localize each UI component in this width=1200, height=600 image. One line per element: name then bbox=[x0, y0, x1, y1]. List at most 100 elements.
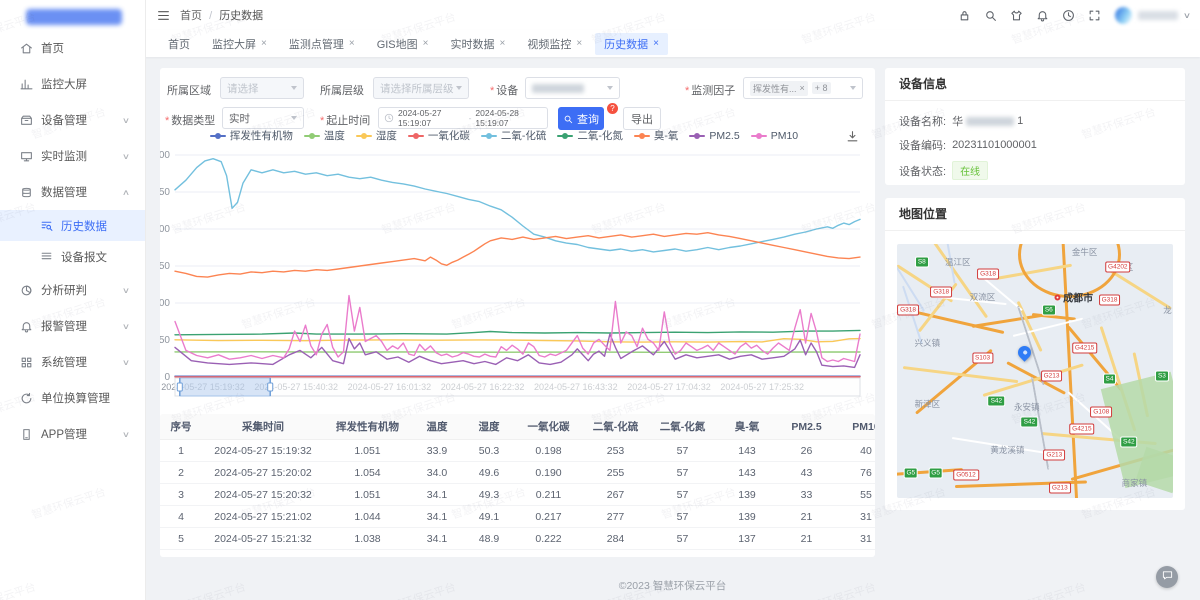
factor-multiselect[interactable]: 挥发性有...× + 8 bbox=[743, 77, 863, 99]
sidebar-item-label: APP管理 bbox=[41, 426, 87, 442]
username[interactable] bbox=[1138, 11, 1178, 20]
region-select[interactable]: 请选择 bbox=[220, 77, 304, 99]
level-select[interactable]: 请选择所属层级 bbox=[373, 77, 469, 99]
sidebar-item-label: 数据管理 bbox=[41, 184, 87, 200]
fullscreen-icon[interactable] bbox=[1088, 9, 1101, 22]
sidebar-item-list-search[interactable]: 历史数据 bbox=[0, 210, 145, 241]
table-cell: 19 bbox=[778, 550, 835, 558]
sidebar-item-list[interactable]: 设备报文 bbox=[0, 241, 145, 272]
sidebar-item-refresh[interactable]: 单位换算管理 bbox=[0, 380, 145, 416]
sidebar-item-database[interactable]: 数据管理 ∧ bbox=[0, 174, 145, 210]
clock-icon[interactable] bbox=[1062, 9, 1075, 22]
sidebar: 首页监控大屏设备管理∨实时监测∨ 数据管理 ∧ 历史数据设备报文分析研判∨报警管理∨系… bbox=[0, 0, 146, 600]
sidebar-item-home[interactable]: 首页 bbox=[0, 30, 145, 66]
sidebar-item-label: 单位换算管理 bbox=[41, 390, 110, 406]
breadcrumb-separator: / bbox=[209, 10, 212, 22]
chevron-up-icon: ∧ bbox=[122, 188, 130, 197]
sidebar-item-grid[interactable]: 系统管理∨ bbox=[0, 344, 145, 380]
menu-toggle-icon[interactable] bbox=[157, 9, 170, 22]
query-button[interactable]: 查询 bbox=[558, 107, 604, 130]
topbar: 首页 / 历史数据 ∨ bbox=[145, 0, 1200, 31]
user-menu-chevron-icon[interactable]: ∨ bbox=[1183, 11, 1191, 20]
table-cell: 2024-05-27 15:19:32 bbox=[202, 440, 324, 462]
datatype-select[interactable]: 实时 bbox=[222, 107, 304, 129]
legend-item[interactable]: PM2.5 bbox=[689, 128, 739, 143]
sidebar-item-box[interactable]: 设备管理∨ bbox=[0, 102, 145, 138]
factor-tag[interactable]: 挥发性有...× bbox=[750, 81, 808, 96]
device-select[interactable] bbox=[525, 77, 620, 99]
avatar[interactable] bbox=[1115, 7, 1132, 24]
map-place-label: 兴义镇 bbox=[915, 337, 941, 349]
road-number-badge: G318 bbox=[977, 269, 999, 280]
query-help-badge[interactable]: ? bbox=[607, 103, 618, 114]
lock-icon[interactable] bbox=[958, 9, 971, 22]
legend-item[interactable]: 二氧-化氮 bbox=[557, 128, 623, 143]
tab-close-icon[interactable]: × bbox=[423, 38, 429, 49]
tab-close-icon[interactable]: × bbox=[576, 38, 582, 49]
history-line-chart[interactable]: 0501001502002503002024-05-27 15:19:32202… bbox=[160, 144, 875, 406]
road-number-badge: S8 bbox=[915, 256, 929, 267]
svg-text:250: 250 bbox=[160, 187, 170, 198]
export-button[interactable]: 导出 bbox=[623, 107, 661, 130]
legend-item[interactable]: 挥发性有机物 bbox=[210, 128, 293, 143]
breadcrumb-home[interactable]: 首页 bbox=[180, 10, 202, 22]
time-separator: - bbox=[469, 113, 472, 123]
sidebar-item-label: 设备管理 bbox=[41, 112, 87, 128]
footer-copyright: ©2023 智慧环保云平台 bbox=[145, 578, 1200, 593]
tab-首页[interactable]: 首页 bbox=[159, 33, 199, 55]
table-cell: 143 bbox=[716, 440, 778, 462]
sidebar-item-monitor[interactable]: 实时监测∨ bbox=[0, 138, 145, 174]
table-cell: 286 bbox=[582, 550, 649, 558]
table-cell: 3 bbox=[160, 484, 202, 506]
tag-close-icon[interactable]: × bbox=[800, 83, 805, 93]
tab-视频监控[interactable]: 视频监控× bbox=[518, 33, 591, 55]
map-canvas[interactable]: 温江区金牛区成华区双流区兴义镇新津区永安镇黄龙溪镇商家镇龙成都市S8G4202G… bbox=[897, 244, 1173, 498]
sidebar-item-bell[interactable]: 报警管理∨ bbox=[0, 308, 145, 344]
tab-close-icon[interactable]: × bbox=[261, 38, 267, 49]
sidebar-item-chart[interactable]: 监控大屏 bbox=[0, 66, 145, 102]
factor-more-tag[interactable]: + 8 bbox=[812, 82, 831, 94]
sidebar-item-phone[interactable]: APP管理∨ bbox=[0, 416, 145, 452]
bell-icon[interactable] bbox=[1036, 9, 1049, 22]
device-name-suffix: 1 bbox=[1017, 115, 1023, 127]
tab-监控大屏[interactable]: 监控大屏× bbox=[203, 33, 276, 55]
table-cell: 139 bbox=[716, 484, 778, 506]
history-data-table: 序号采集时间挥发性有机物温度湿度一氧化碳二氧-化硫二氧-化氮臭-氧PM2.5PM… bbox=[160, 414, 875, 557]
legend-item[interactable]: 臭-氧 bbox=[634, 128, 679, 143]
legend-item[interactable]: 湿度 bbox=[356, 128, 397, 143]
legend-item[interactable]: 温度 bbox=[304, 128, 345, 143]
monitor-icon bbox=[20, 150, 33, 163]
tab-实时数据[interactable]: 实时数据× bbox=[441, 33, 514, 55]
device-info-title: 设备信息 bbox=[885, 68, 1185, 101]
shirt-icon[interactable] bbox=[1010, 9, 1023, 22]
table-cell: 4 bbox=[160, 506, 202, 528]
search-icon[interactable] bbox=[984, 9, 997, 22]
road-number-badge: G213 bbox=[1049, 482, 1071, 493]
tab-close-icon[interactable]: × bbox=[653, 38, 659, 49]
tab-close-icon[interactable]: × bbox=[349, 38, 355, 49]
timerange-input[interactable]: 2024-05-27 15:19:07 - 2024-05-28 15:19:0… bbox=[378, 107, 548, 129]
tab-close-icon[interactable]: × bbox=[499, 38, 505, 49]
tab-监测点管理[interactable]: 监测点管理× bbox=[280, 33, 364, 55]
table-cell: 2024-05-27 15:20:32 bbox=[202, 484, 324, 506]
table-header: 湿度 bbox=[463, 414, 515, 440]
tab-GIS地图[interactable]: GIS地图× bbox=[368, 33, 438, 55]
sidebar-item-pie[interactable]: 分析研判∨ bbox=[0, 272, 145, 308]
grid-icon bbox=[20, 356, 33, 369]
table-cell: 21 bbox=[778, 506, 835, 528]
table-cell: 253 bbox=[582, 440, 649, 462]
legend-item[interactable]: PM10 bbox=[751, 128, 798, 143]
legend-item[interactable]: 一氧化碳 bbox=[408, 128, 470, 143]
tab-历史数据[interactable]: 历史数据× bbox=[595, 33, 668, 55]
legend-marker bbox=[304, 132, 320, 140]
legend-item[interactable]: 二氧-化硫 bbox=[481, 128, 547, 143]
legend-marker bbox=[481, 132, 497, 140]
chat-fab-button[interactable] bbox=[1156, 566, 1178, 588]
sidebar-menu: 首页监控大屏设备管理∨实时监测∨ 数据管理 ∧ 历史数据设备报文分析研判∨报警管理∨系… bbox=[0, 30, 145, 452]
table-cell: 2024-05-27 15:22:02 bbox=[202, 550, 324, 558]
table-cell: 21 bbox=[778, 528, 835, 550]
map-card: 地图位置 温江区金牛区成华区双流区兴义镇新津区永安镇黄龙溪镇商家镇龙成都市S8G… bbox=[885, 198, 1185, 510]
table-header: 二氧-化硫 bbox=[582, 414, 649, 440]
map-place-label: 金牛区 bbox=[1072, 246, 1098, 258]
table-cell: 34.1 bbox=[411, 550, 463, 558]
